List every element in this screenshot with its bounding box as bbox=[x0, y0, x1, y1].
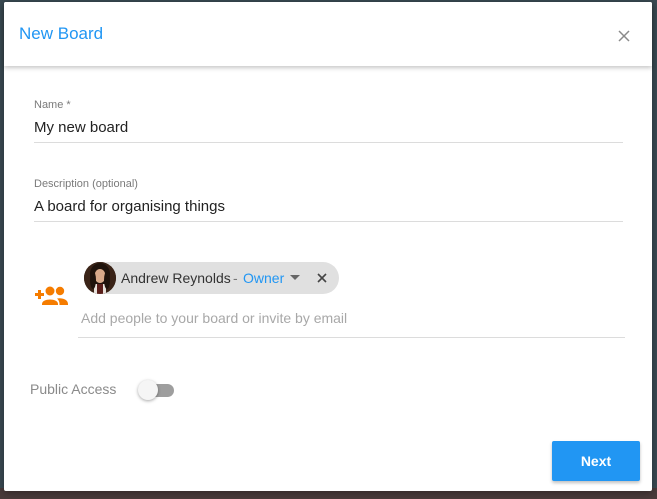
description-label: Description (optional) bbox=[34, 178, 138, 190]
toggle-thumb bbox=[138, 380, 158, 400]
member-name: Andrew Reynolds bbox=[121, 270, 231, 286]
name-input[interactable]: My new board bbox=[34, 119, 128, 137]
avatar bbox=[84, 262, 116, 294]
description-input[interactable]: A board for organising things bbox=[34, 198, 225, 216]
public-access-label: Public Access bbox=[30, 381, 117, 397]
caret-down-icon[interactable] bbox=[290, 275, 300, 280]
close-icon bbox=[618, 30, 630, 42]
name-label: Name * bbox=[34, 99, 71, 111]
add-people-icon bbox=[35, 286, 68, 305]
invite-placeholder: Add people to your board or invite by em… bbox=[81, 310, 348, 326]
member-separator: - bbox=[233, 270, 238, 286]
invite-underline bbox=[78, 337, 625, 338]
public-access-toggle[interactable] bbox=[138, 380, 176, 400]
member-chip[interactable]: Andrew Reynolds - Owner bbox=[84, 262, 339, 294]
description-underline bbox=[34, 221, 623, 222]
invite-input[interactable]: Add people to your board or invite by em… bbox=[78, 302, 625, 338]
name-underline bbox=[34, 142, 623, 143]
next-button[interactable]: Next bbox=[552, 441, 640, 481]
remove-member-icon[interactable] bbox=[315, 271, 329, 285]
close-button[interactable] bbox=[612, 24, 636, 48]
dialog-title: New Board bbox=[19, 24, 104, 43]
dialog-header: New Board bbox=[4, 2, 652, 66]
new-board-dialog: New Board Name * My new board Descriptio… bbox=[4, 2, 652, 491]
member-role-select[interactable]: Owner bbox=[243, 270, 284, 286]
